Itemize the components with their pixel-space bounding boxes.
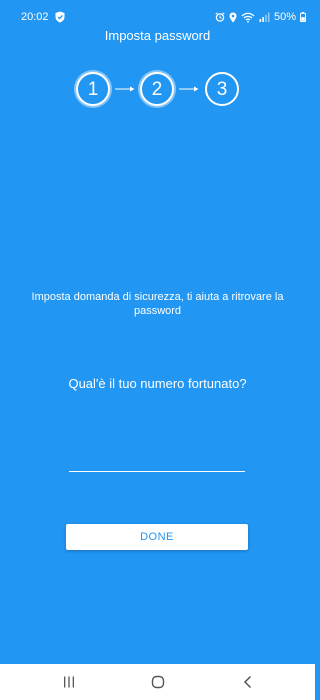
- step-2-indicator: 2: [140, 72, 174, 106]
- step-3-indicator: 3: [205, 72, 239, 106]
- location-icon: [229, 12, 237, 22]
- status-bar: 20:02 50%: [0, 0, 315, 28]
- navigation-bar: [0, 664, 315, 700]
- status-icons: 50%: [215, 9, 306, 25]
- recents-button[interactable]: [61, 674, 77, 690]
- alarm-icon: [215, 12, 225, 22]
- step-2-label: 2: [151, 78, 163, 100]
- answer-input[interactable]: [69, 452, 245, 472]
- battery-percentage: 50%: [273, 11, 296, 23]
- wifi-icon: [241, 12, 255, 23]
- battery-icon: [300, 12, 306, 22]
- back-icon: [243, 675, 252, 689]
- page-title: Imposta password: [104, 28, 211, 43]
- recents-icon: [64, 676, 74, 688]
- security-question: Qual'è il tuo numero fortunato?: [68, 376, 247, 391]
- home-button[interactable]: [150, 674, 166, 690]
- security-question-instruction: Imposta domanda di sicurezza, ti aiuta a…: [31, 291, 284, 317]
- step-1-label: 1: [87, 78, 99, 100]
- shield-icon: [55, 11, 65, 23]
- step-3-label: 3: [216, 78, 228, 100]
- step-1-indicator: 1: [76, 72, 110, 106]
- home-icon: [151, 675, 165, 689]
- back-button[interactable]: [240, 674, 256, 690]
- done-button[interactable]: DONE: [66, 524, 248, 550]
- signal-icon: [259, 12, 270, 22]
- arrow-right-icon: [179, 86, 199, 92]
- arrow-right-icon: [115, 86, 135, 92]
- status-time: 20:02: [21, 11, 49, 23]
